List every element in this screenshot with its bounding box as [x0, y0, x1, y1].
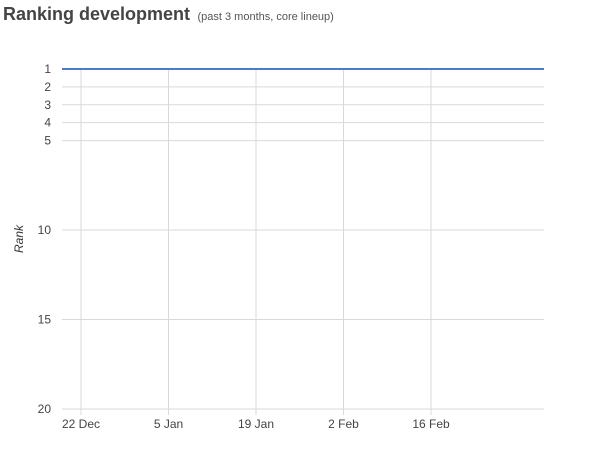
- x-tick-label: 16 Feb: [412, 417, 450, 431]
- y-tick-label: 15: [38, 313, 52, 327]
- y-tick-label: 5: [44, 134, 51, 148]
- x-tick-label: 5 Jan: [154, 417, 183, 431]
- y-tick-label: 4: [44, 116, 51, 130]
- y-axis-ticks: 1 2 3 4 5 10 15 20: [38, 62, 52, 416]
- grid: [62, 68, 544, 415]
- x-tick-label: 19 Jan: [238, 417, 274, 431]
- y-tick-label: 3: [44, 98, 51, 112]
- x-tick-label: 2 Feb: [328, 417, 359, 431]
- y-tick-label: 1: [44, 62, 51, 76]
- y-tick-label: 20: [38, 402, 52, 416]
- ranking-chart: 1 2 3 4 5 10 15 20 22 Dec 5 Jan 19 Jan 2 Feb 16 Feb…: [12, 62, 544, 431]
- y-tick-label: 2: [44, 80, 51, 94]
- x-axis-ticks: 22 Dec 5 Jan 19 Jan 2 Feb 16 Feb: [62, 417, 450, 431]
- x-tick-label: 22 Dec: [62, 417, 100, 431]
- y-tick-label: 10: [38, 223, 52, 237]
- y-axis-title: Rank: [12, 224, 26, 253]
